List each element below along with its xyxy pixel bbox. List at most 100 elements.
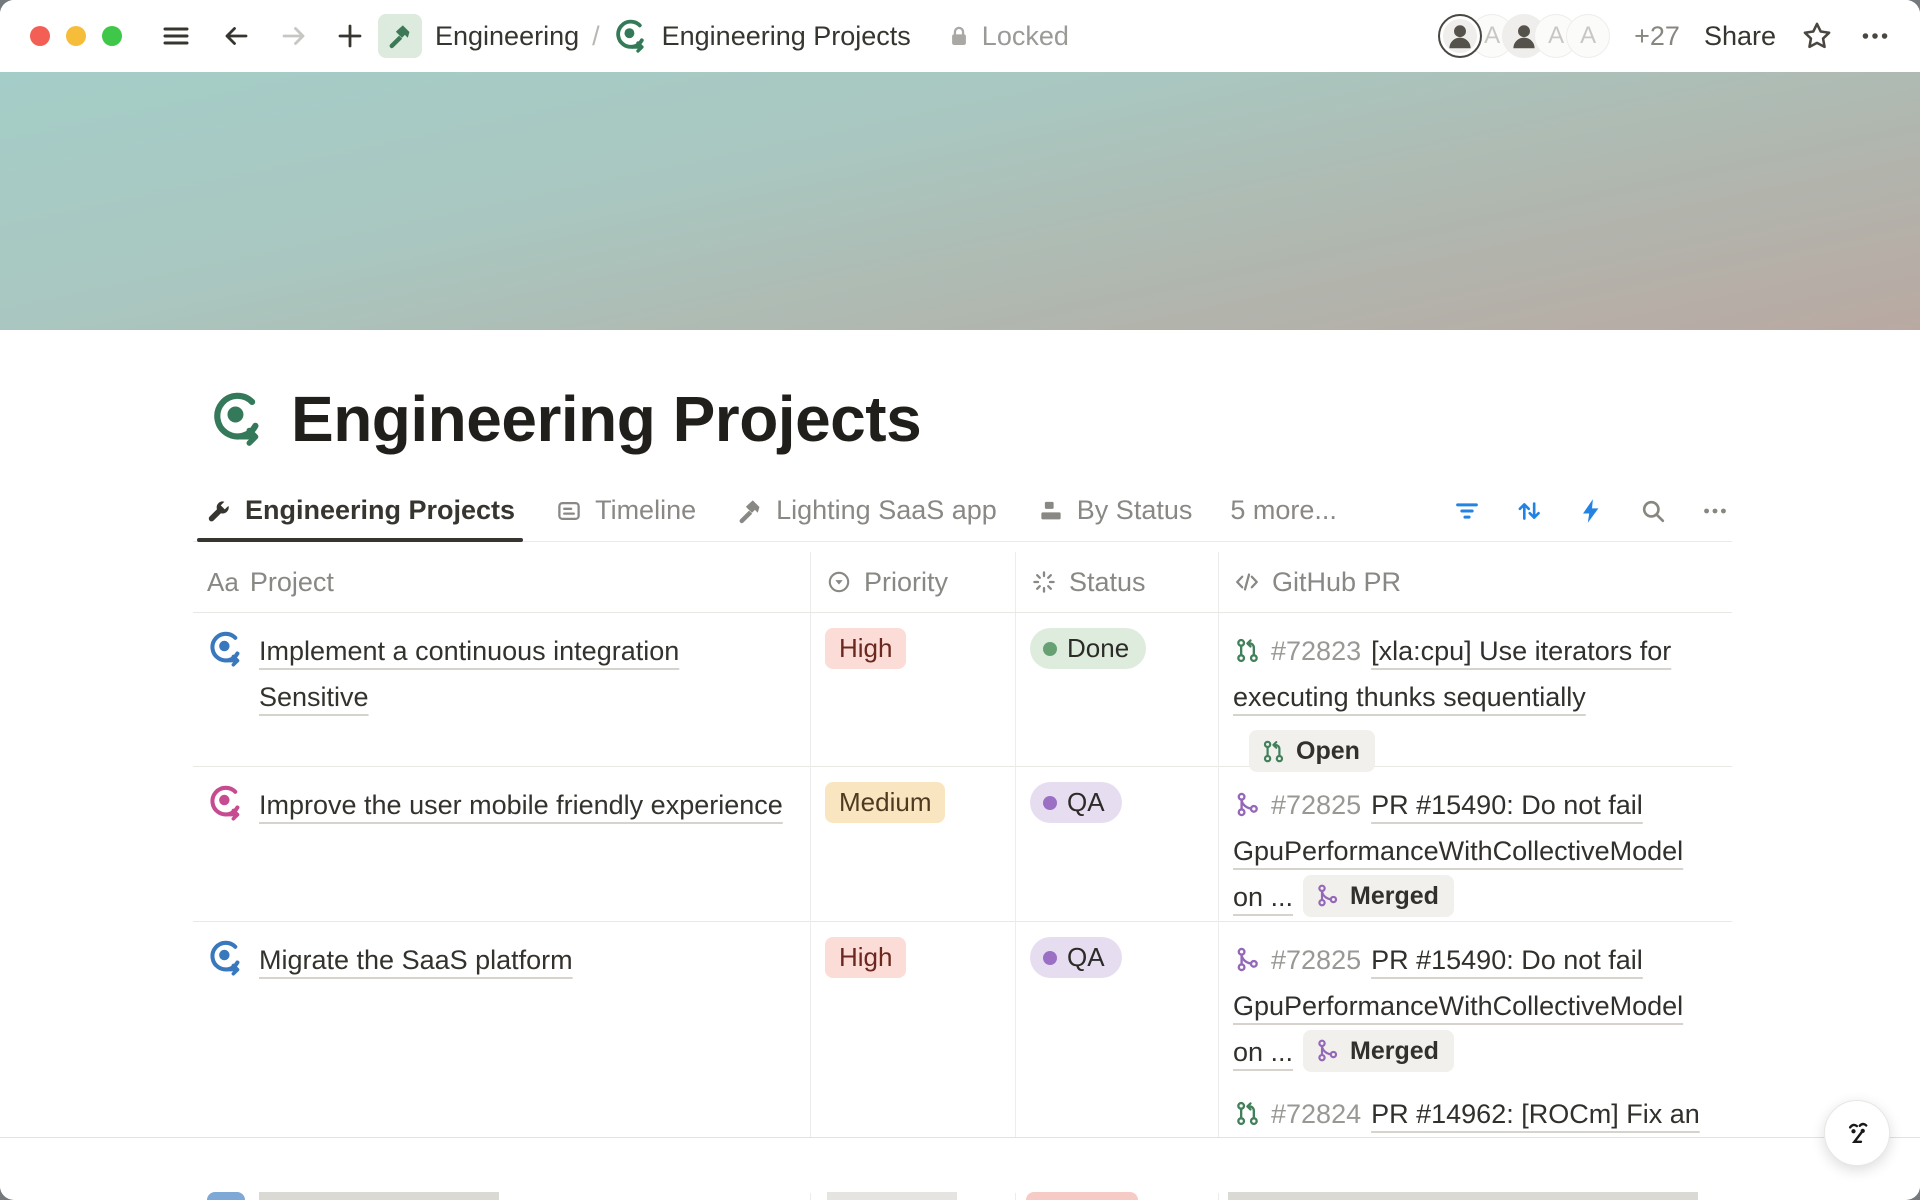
column-label: Priority <box>864 567 948 598</box>
github-pr-cell[interactable]: #72825PR #15490: Do not fail GpuPerforma… <box>1218 767 1732 932</box>
project-title-link[interactable]: Migrate the SaaS platform <box>259 945 573 975</box>
lock-label: Locked <box>982 21 1069 52</box>
project-cell[interactable]: Improve the user mobile friendly experie… <box>193 767 810 932</box>
partial-row-text <box>1228 1192 1698 1200</box>
priority-tag[interactable]: High <box>825 628 906 669</box>
tab-by-status[interactable]: By Status <box>1035 479 1195 542</box>
table-header: Aa Project Priority Status GitHub PR <box>193 552 1732 613</box>
priority-cell[interactable]: Medium <box>810 767 1015 932</box>
board-icon <box>555 497 583 525</box>
table-row: Improve the user mobile friendly experie… <box>193 767 1732 922</box>
view-more-icon[interactable] <box>1700 496 1730 526</box>
back-icon[interactable] <box>220 20 252 52</box>
pull-request-merged-icon <box>1233 945 1262 974</box>
ai-face-icon <box>1837 1113 1877 1153</box>
pr-entry: #72825PR #15490: Do not fail GpuPerforma… <box>1233 782 1706 920</box>
share-button[interactable]: Share <box>1704 21 1776 52</box>
pull-request-merged-icon <box>1233 790 1262 819</box>
pr-state-badge[interactable]: Merged <box>1303 1030 1454 1072</box>
pull-request-merged-icon <box>1314 1037 1341 1064</box>
column-header-priority[interactable]: Priority <box>810 552 1015 612</box>
column-header-project[interactable]: Aa Project <box>193 552 810 612</box>
status-cell[interactable]: Done <box>1015 613 1218 791</box>
sort-icon[interactable] <box>1514 496 1544 526</box>
tab-engineering-projects[interactable]: Engineering Projects <box>203 479 517 542</box>
wrench-icon <box>205 497 233 525</box>
projects-table: Aa Project Priority Status GitHub PR Imp… <box>193 552 1732 1200</box>
more-views-button[interactable]: 5 more... <box>1230 479 1337 542</box>
project-cell[interactable]: Implement a continuous integration Sensi… <box>193 613 810 791</box>
chart-icon <box>1037 497 1065 525</box>
notion-ai-button[interactable] <box>1824 1100 1890 1166</box>
avatar[interactable] <box>1438 14 1482 58</box>
breadcrumb: Engineering / Engineering Projects Locke… <box>378 14 1069 58</box>
page-title[interactable]: Engineering Projects <box>291 382 921 456</box>
status-tag[interactable]: QA <box>1030 937 1122 978</box>
page-swirl-icon-large[interactable] <box>209 390 267 448</box>
pr-state-label: Open <box>1296 734 1360 768</box>
pr-number: #72825 <box>1271 790 1361 820</box>
filter-icon[interactable] <box>1452 496 1482 526</box>
column-header-status[interactable]: Status <box>1015 552 1218 612</box>
column-label: Project <box>250 567 334 598</box>
minimize-window-button[interactable] <box>66 26 86 46</box>
pr-state-badge[interactable]: Merged <box>1303 875 1454 917</box>
pr-entry: #72825PR #15490: Do not fail GpuPerforma… <box>1233 937 1706 1075</box>
column-label: GitHub PR <box>1272 567 1401 598</box>
window-controls <box>30 26 122 46</box>
sidebar-menu-icon[interactable] <box>160 20 192 52</box>
status-dot <box>1043 951 1057 965</box>
tab-timeline[interactable]: Timeline <box>553 479 698 542</box>
text-type-icon: Aa <box>207 567 239 598</box>
partial-row-tag <box>1026 1192 1138 1200</box>
view-controls <box>1452 479 1730 542</box>
forward-icon[interactable] <box>278 20 310 52</box>
project-swirl-icon <box>207 784 245 822</box>
zoom-window-button[interactable] <box>102 26 122 46</box>
project-title-link[interactable]: Improve the user mobile friendly experie… <box>259 790 783 820</box>
tab-lighting-saas-app[interactable]: Lighting SaaS app <box>734 479 999 542</box>
status-tag[interactable]: QA <box>1030 782 1122 823</box>
workspace-hammer-icon[interactable] <box>378 14 422 58</box>
lock-icon <box>946 23 972 49</box>
status-tag[interactable]: Done <box>1030 628 1146 669</box>
priority-tag[interactable]: Medium <box>825 782 945 823</box>
tab-label: Engineering Projects <box>245 495 515 526</box>
pull-request-merged-icon <box>1314 882 1341 909</box>
collaborator-overflow-count[interactable]: +27 <box>1634 21 1680 52</box>
breadcrumb-workspace[interactable]: Engineering <box>435 21 579 52</box>
breadcrumb-separator: / <box>592 21 600 52</box>
partial-row-icon <box>207 1192 245 1200</box>
status-cell[interactable]: QA <box>1015 767 1218 932</box>
new-page-icon[interactable] <box>334 20 366 52</box>
collaborator-avatars[interactable]: A A A <box>1438 14 1610 58</box>
pr-number: #72825 <box>1271 945 1361 975</box>
lock-status[interactable]: Locked <box>946 21 1069 52</box>
breadcrumb-page[interactable]: Engineering Projects <box>662 21 911 52</box>
priority-cell[interactable]: High <box>810 613 1015 791</box>
tab-label: Lighting SaaS app <box>776 495 997 526</box>
project-title-link[interactable]: Implement a continuous integration Sensi… <box>259 636 679 712</box>
github-pr-cell[interactable]: #72823[xla:cpu] Use iterators for execut… <box>1218 613 1732 791</box>
tab-label: By Status <box>1077 495 1193 526</box>
more-options-icon[interactable] <box>1858 19 1892 53</box>
pr-state-badge[interactable]: Open <box>1249 730 1375 772</box>
page-header: Engineering Projects <box>209 382 921 456</box>
favorite-star-icon[interactable] <box>1800 19 1834 53</box>
pull-request-open-icon <box>1260 738 1287 765</box>
pr-entry: #72823[xla:cpu] Use iterators for execut… <box>1233 628 1706 779</box>
status-label: QA <box>1067 942 1105 973</box>
table-row: Implement a continuous integration Sensi… <box>193 613 1732 767</box>
search-icon[interactable] <box>1638 496 1668 526</box>
automation-bolt-icon[interactable] <box>1576 496 1606 526</box>
avatar[interactable]: A <box>1566 14 1610 58</box>
column-header-github-pr[interactable]: GitHub PR <box>1218 552 1732 612</box>
partial-row-text <box>259 1192 499 1200</box>
page-cover[interactable] <box>0 72 1920 330</box>
close-window-button[interactable] <box>30 26 50 46</box>
priority-tag[interactable]: High <box>825 937 906 978</box>
status-label: QA <box>1067 787 1105 818</box>
pull-request-open-icon <box>1233 636 1262 665</box>
topbar-right: A A A +27 Share <box>1438 12 1892 60</box>
status-dot <box>1043 796 1057 810</box>
